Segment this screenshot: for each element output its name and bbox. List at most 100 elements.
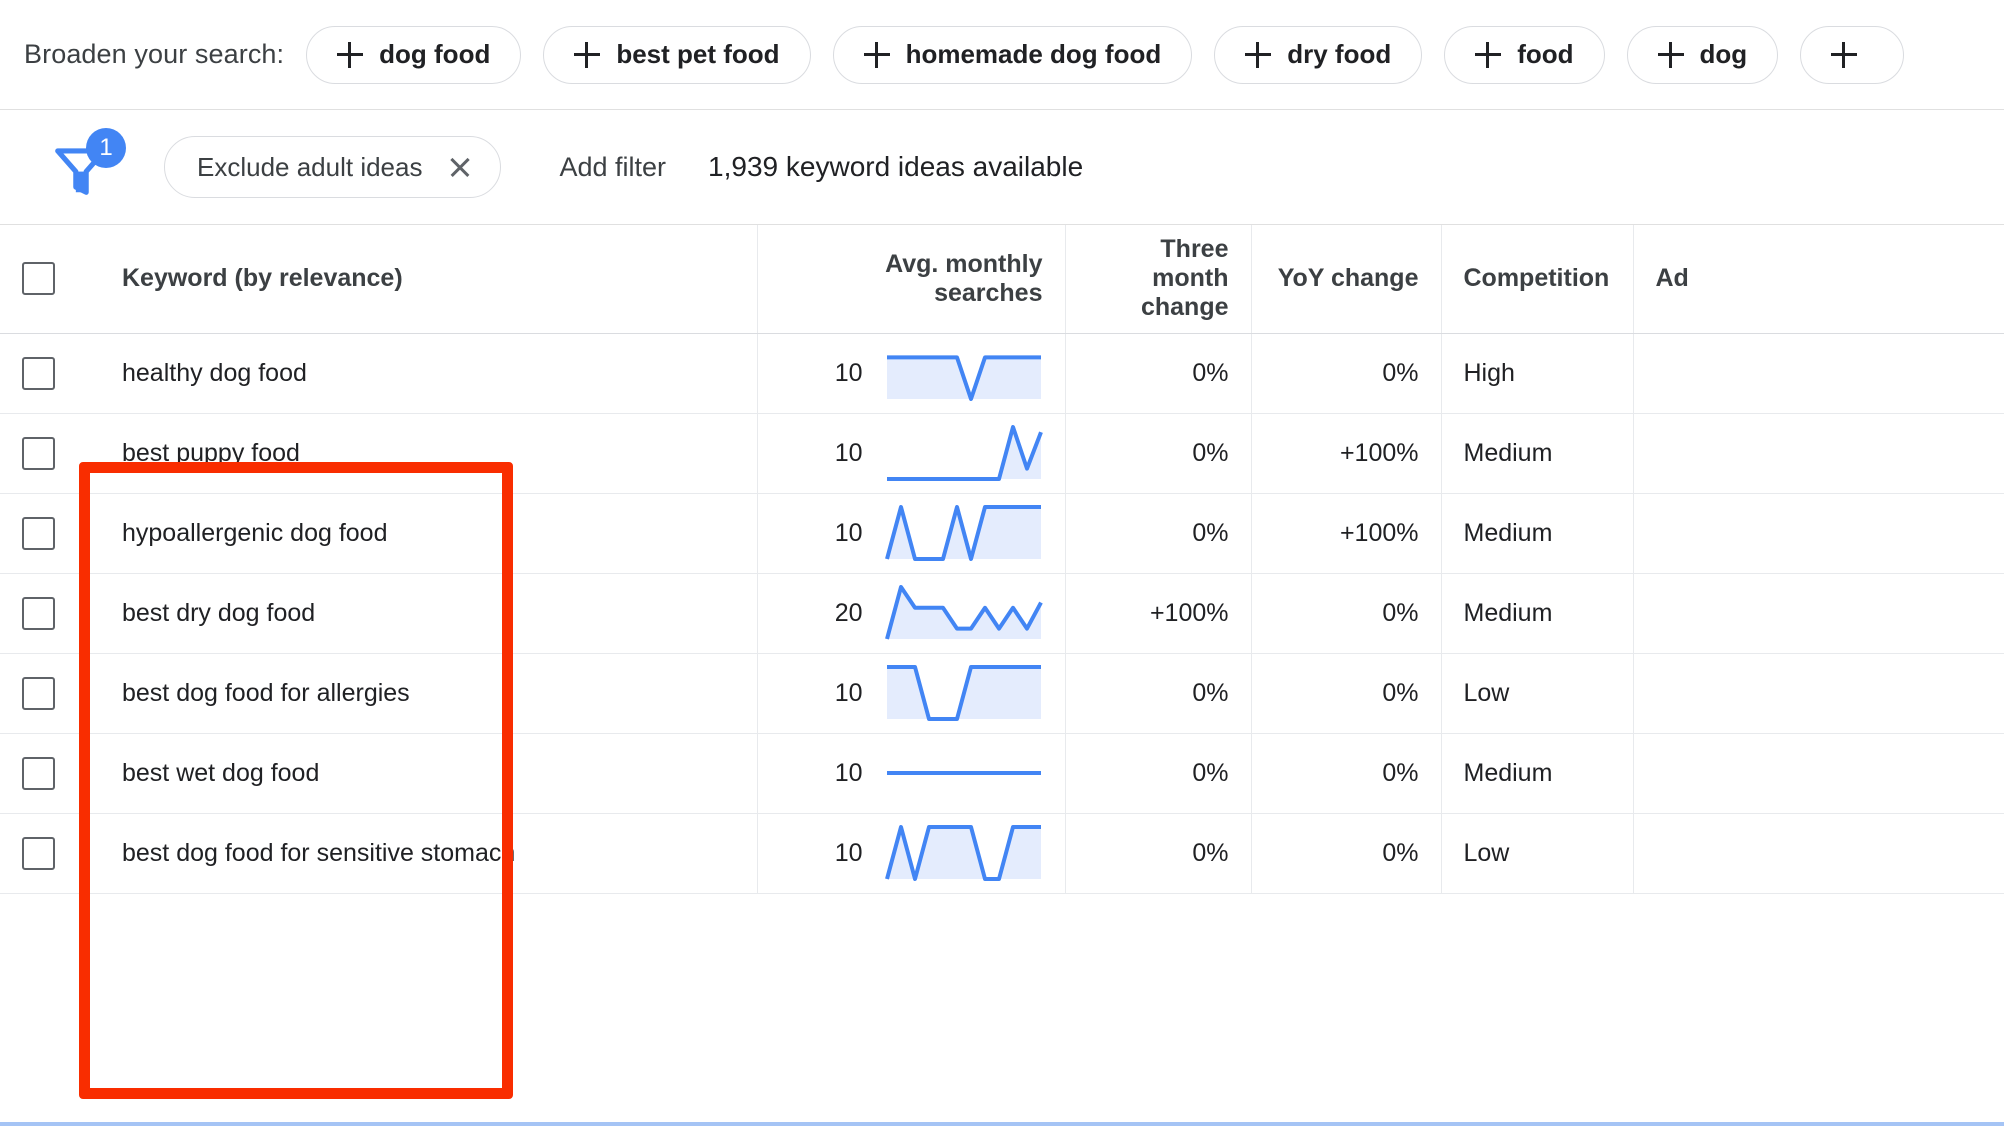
cell-ad-impression-share: [1633, 493, 2004, 573]
cell-keyword-spacer: [657, 573, 757, 653]
broaden-chip-overflow[interactable]: [1800, 26, 1904, 84]
row-checkbox[interactable]: [22, 437, 55, 470]
cell-competition: Medium: [1441, 733, 1633, 813]
search-volume-sparkline: [885, 505, 1043, 561]
plus-icon: [864, 42, 890, 68]
cell-keyword-spacer: [657, 333, 757, 413]
cell-keyword[interactable]: best dry dog food: [100, 573, 657, 653]
broaden-chip-label: best pet food: [616, 39, 779, 70]
search-volume-sparkline: [885, 425, 1043, 481]
plus-icon: [574, 42, 600, 68]
row-checkbox-cell: [0, 413, 100, 493]
header-three-month-change[interactable]: Three month change: [1065, 225, 1251, 333]
avg-monthly-searches-value: 10: [835, 359, 863, 388]
table-row[interactable]: healthy dog food100%0%High: [0, 333, 2004, 413]
cell-keyword[interactable]: hypoallergenic dog food: [100, 493, 657, 573]
select-all-checkbox[interactable]: [22, 262, 55, 295]
header-competition[interactable]: Competition: [1441, 225, 1633, 333]
cell-avg-monthly-searches: 10: [757, 413, 1065, 493]
cell-avg-monthly-searches: 10: [757, 653, 1065, 733]
broaden-chip-best-pet-food[interactable]: best pet food: [543, 26, 810, 84]
table-row[interactable]: best dry dog food20+100%0%Medium: [0, 573, 2004, 653]
broaden-chip-dog[interactable]: dog: [1627, 26, 1779, 84]
table-row[interactable]: best wet dog food100%0%Medium: [0, 733, 2004, 813]
row-checkbox-cell: [0, 493, 100, 573]
cell-competition: Medium: [1441, 573, 1633, 653]
table-row[interactable]: best dog food for sensitive stomach100%0…: [0, 813, 2004, 893]
filter-count-badge: 1: [86, 128, 126, 168]
avg-monthly-searches-value: 10: [835, 519, 863, 548]
row-checkbox[interactable]: [22, 757, 55, 790]
row-checkbox-cell: [0, 333, 100, 413]
cell-keyword[interactable]: best wet dog food: [100, 733, 657, 813]
broaden-chip-food[interactable]: food: [1444, 26, 1604, 84]
table-row[interactable]: best dog food for allergies100%0%Low: [0, 653, 2004, 733]
filter-chip-label: Exclude adult ideas: [197, 152, 422, 183]
row-checkbox-cell: [0, 813, 100, 893]
row-checkbox[interactable]: [22, 677, 55, 710]
cell-keyword[interactable]: best dog food for sensitive stomach: [100, 813, 657, 893]
add-filter-button[interactable]: Add filter: [559, 152, 666, 183]
cell-ad-impression-share: [1633, 413, 2004, 493]
filter-chip-exclude-adult-ideas[interactable]: Exclude adult ideas: [164, 136, 501, 198]
cell-three-month-change: 0%: [1065, 813, 1251, 893]
cell-avg-monthly-searches: 10: [757, 733, 1065, 813]
cell-ad-impression-share: [1633, 733, 2004, 813]
cell-keyword-spacer: [657, 413, 757, 493]
row-checkbox[interactable]: [22, 597, 55, 630]
header-ad-impression-share[interactable]: Ad: [1633, 225, 2004, 333]
avg-monthly-searches-value: 20: [835, 599, 863, 628]
row-checkbox-cell: [0, 733, 100, 813]
broaden-chip-label: dry food: [1287, 39, 1391, 70]
cell-three-month-change: 0%: [1065, 733, 1251, 813]
cell-ad-impression-share: [1633, 653, 2004, 733]
search-volume-sparkline: [885, 745, 1043, 801]
cell-avg-monthly-searches: 20: [757, 573, 1065, 653]
cell-avg-monthly-searches: 10: [757, 493, 1065, 573]
broaden-search-label: Broaden your search:: [24, 39, 284, 70]
avg-monthly-searches-value: 10: [835, 439, 863, 468]
row-checkbox[interactable]: [22, 357, 55, 390]
cell-yoy-change: 0%: [1251, 813, 1441, 893]
cell-keyword[interactable]: best dog food for allergies: [100, 653, 657, 733]
cell-yoy-change: 0%: [1251, 653, 1441, 733]
broaden-chip-dry-food[interactable]: dry food: [1214, 26, 1422, 84]
close-icon[interactable]: [448, 155, 472, 179]
header-avg-monthly-searches[interactable]: Avg. monthly searches: [757, 225, 1065, 333]
cell-three-month-change: 0%: [1065, 653, 1251, 733]
header-spark-blank: [657, 225, 757, 333]
cell-keyword[interactable]: best puppy food: [100, 413, 657, 493]
row-checkbox-cell: [0, 653, 100, 733]
cell-three-month-change: 0%: [1065, 493, 1251, 573]
keyword-table-wrap: Keyword (by relevance) Avg. monthly sear…: [0, 225, 2004, 894]
avg-monthly-searches-value: 10: [835, 759, 863, 788]
cell-keyword[interactable]: healthy dog food: [100, 333, 657, 413]
broaden-chip-homemade-dog-food[interactable]: homemade dog food: [833, 26, 1193, 84]
cell-keyword-spacer: [657, 813, 757, 893]
bottom-progress-bar: [0, 1122, 2004, 1126]
search-volume-sparkline: [885, 665, 1043, 721]
cell-yoy-change: 0%: [1251, 733, 1441, 813]
select-all-header: [0, 225, 100, 333]
keyword-ideas-table: Keyword (by relevance) Avg. monthly sear…: [0, 225, 2004, 894]
cell-competition: Medium: [1441, 493, 1633, 573]
row-checkbox[interactable]: [22, 837, 55, 870]
filter-funnel-icon[interactable]: 1: [50, 132, 124, 202]
cell-yoy-change: 0%: [1251, 333, 1441, 413]
plus-icon: [337, 42, 363, 68]
table-row[interactable]: hypoallergenic dog food100%+100%Medium: [0, 493, 2004, 573]
cell-competition: High: [1441, 333, 1633, 413]
header-keyword[interactable]: Keyword (by relevance): [100, 225, 657, 333]
row-checkbox-cell: [0, 573, 100, 653]
avg-monthly-searches-value: 10: [835, 679, 863, 708]
cell-competition: Low: [1441, 813, 1633, 893]
cell-ad-impression-share: [1633, 813, 2004, 893]
keyword-table-body: healthy dog food100%0%Highbest puppy foo…: [0, 333, 2004, 893]
cell-competition: Low: [1441, 653, 1633, 733]
broaden-chip-dog-food[interactable]: dog food: [306, 26, 521, 84]
plus-icon: [1475, 42, 1501, 68]
row-checkbox[interactable]: [22, 517, 55, 550]
search-volume-sparkline: [885, 825, 1043, 881]
table-row[interactable]: best puppy food100%+100%Medium: [0, 413, 2004, 493]
header-yoy-change[interactable]: YoY change: [1251, 225, 1441, 333]
